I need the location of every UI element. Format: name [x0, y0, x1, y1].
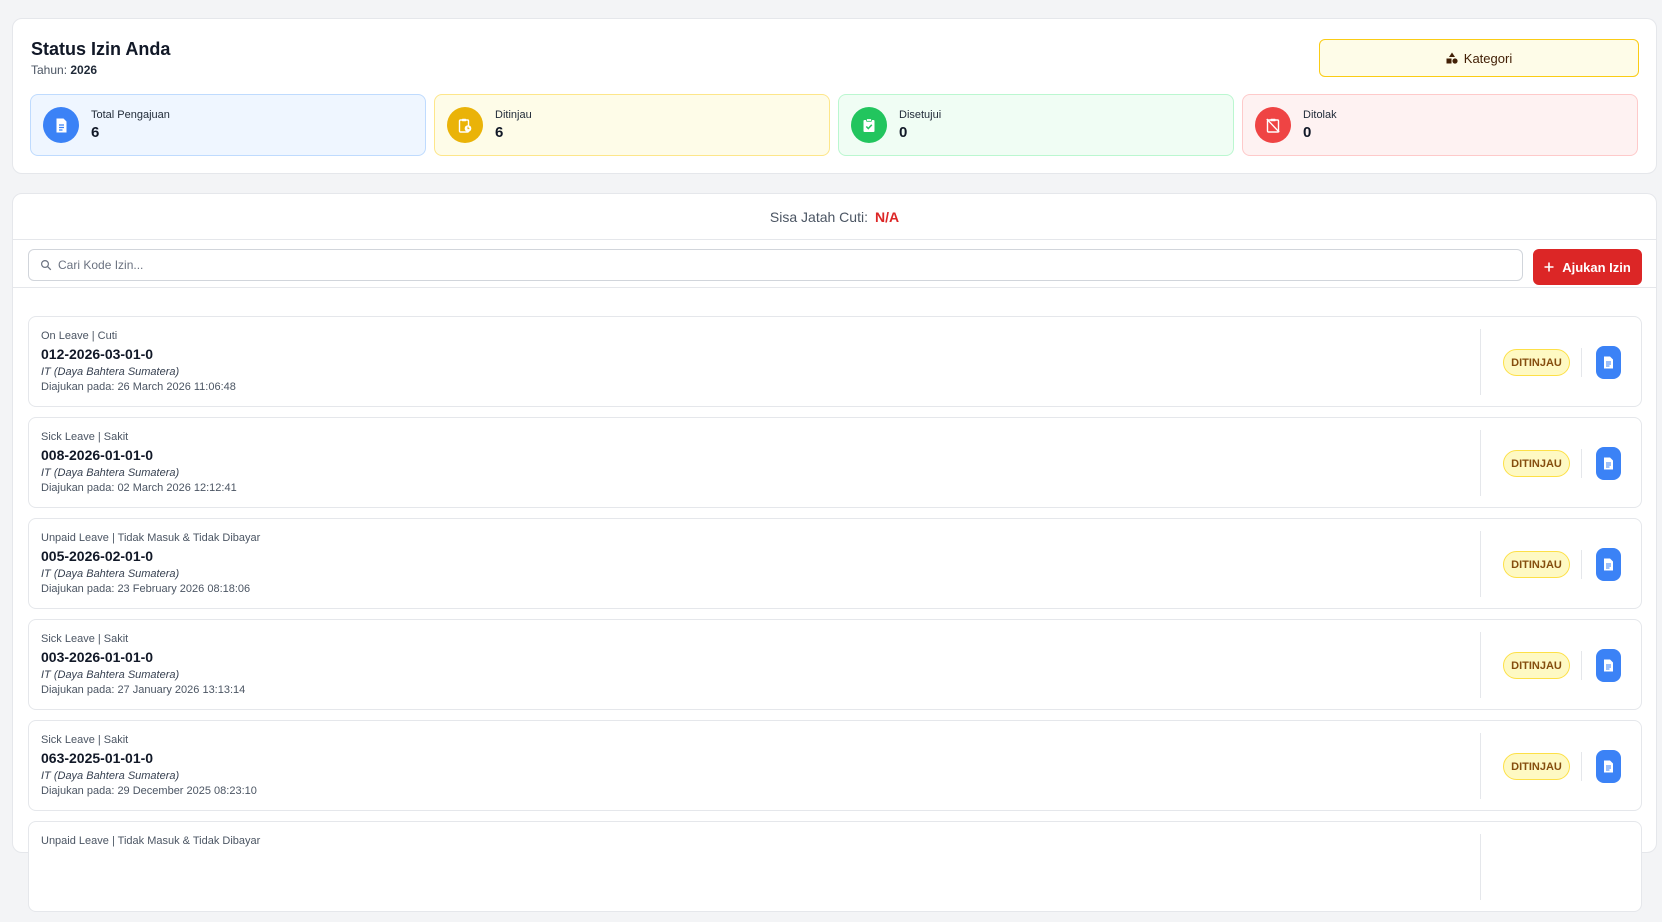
leave-type: Sick Leave | Sakit	[41, 431, 129, 443]
stat-label: Ditinjau	[495, 109, 532, 121]
kategori-button[interactable]: Kategori	[1319, 39, 1639, 77]
document-icon	[1604, 457, 1613, 470]
stat-value: 6	[91, 124, 100, 141]
stat-value: 6	[495, 124, 504, 141]
row-divider	[1581, 449, 1582, 478]
stat-icon-circle	[447, 107, 483, 143]
stat-disetujui: Disetujui 0	[838, 94, 1234, 156]
leave-balance-label: Sisa Jatah Cuti:	[769, 208, 868, 225]
shapes-icon	[1446, 52, 1458, 64]
view-document-button[interactable]	[1596, 750, 1621, 783]
row-divider	[1480, 430, 1481, 496]
leave-department: IT (Daya Bahtera Sumatera)	[41, 669, 180, 681]
leave-submitted-date: Diajukan pada: 26 March 2026 11:06:48	[41, 381, 236, 393]
leave-request-row[interactable]: Sick Leave | Sakit 003-2026-01-01-0 IT (…	[28, 619, 1642, 710]
document-icon	[1604, 356, 1613, 369]
leave-department: IT (Daya Bahtera Sumatera)	[41, 366, 180, 378]
search-box[interactable]	[28, 249, 1523, 281]
document-icon	[1604, 659, 1613, 672]
view-document-button[interactable]	[1596, 447, 1621, 480]
leave-request-row[interactable]: Sick Leave | Sakit 063-2025-01-01-0 IT (…	[28, 720, 1642, 811]
row-divider	[1581, 651, 1582, 680]
leave-balance: Sisa Jatah Cuti: N/A	[13, 194, 1656, 240]
leave-request-row[interactable]: Unpaid Leave | Tidak Masuk & Tidak Dibay…	[28, 821, 1642, 912]
search-row: Ajukan Izin	[13, 240, 1656, 288]
view-document-button[interactable]	[1596, 649, 1621, 682]
row-divider	[1480, 733, 1481, 799]
status-summary-card: Status Izin Anda Tahun: 2026 Kategori To…	[12, 18, 1657, 174]
view-document-button[interactable]	[1596, 346, 1621, 379]
clipboard-x-icon	[1266, 118, 1280, 133]
search-input[interactable]	[58, 258, 1458, 272]
stat-total-pengajuan: Total Pengajuan 6	[30, 94, 426, 156]
leave-submitted-date: Diajukan pada: 23 February 2026 08:18:06	[41, 583, 251, 595]
row-divider	[1581, 348, 1582, 377]
document-icon	[1604, 760, 1613, 773]
leave-request-row[interactable]: Unpaid Leave | Tidak Masuk & Tidak Dibay…	[28, 518, 1642, 609]
leave-department: IT (Daya Bahtera Sumatera)	[41, 770, 180, 782]
year-line: Tahun: 2026	[31, 63, 97, 77]
stat-value: 0	[1303, 124, 1312, 141]
leave-request-list: On Leave | Cuti 012-2026-03-01-0 IT (Day…	[28, 316, 1642, 922]
year-label: Tahun:	[31, 63, 68, 77]
leave-code: 005-2026-02-01-0	[41, 548, 154, 564]
status-badge: DITINJAU	[1503, 753, 1570, 780]
leave-code: 003-2026-01-01-0	[41, 649, 154, 665]
leave-submitted-date: Diajukan pada: 02 March 2026 12:12:41	[41, 482, 237, 494]
stat-ditinjau: Ditinjau 6	[434, 94, 830, 156]
stat-icon-circle	[43, 107, 79, 143]
row-divider	[1581, 550, 1582, 579]
plus-icon	[1544, 262, 1554, 272]
ajukan-izin-button[interactable]: Ajukan Izin	[1533, 249, 1642, 285]
search-icon	[40, 259, 52, 271]
row-divider	[1581, 752, 1582, 781]
stat-ditolak: Ditolak 0	[1242, 94, 1638, 156]
page-title: Status Izin Anda	[31, 39, 171, 59]
stat-value: 0	[899, 124, 908, 141]
status-badge: DITINJAU	[1503, 551, 1570, 578]
row-divider	[1480, 329, 1481, 395]
leave-code: 012-2026-03-01-0	[41, 346, 154, 362]
leave-submitted-date: Diajukan pada: 29 December 2025 08:23:10	[41, 785, 257, 797]
view-document-button[interactable]	[1596, 548, 1621, 581]
row-divider	[1480, 632, 1481, 698]
clipboard-clock-icon	[458, 118, 472, 133]
leave-type: Sick Leave | Sakit	[41, 633, 129, 645]
year-value: 2026	[70, 63, 98, 77]
leave-balance-value: N/A	[874, 208, 900, 225]
kategori-label: Kategori	[1463, 50, 1513, 66]
leave-code: 063-2025-01-01-0	[41, 750, 154, 766]
stat-label: Disetujui	[899, 109, 942, 121]
row-divider	[1480, 834, 1481, 900]
leave-code: 008-2026-01-01-0	[41, 447, 154, 463]
stat-icon-circle	[851, 107, 887, 143]
status-badge: DITINJAU	[1503, 349, 1570, 376]
ajukan-izin-label: Ajukan Izin	[1562, 259, 1631, 275]
leave-type: Unpaid Leave | Tidak Masuk & Tidak Dibay…	[41, 835, 261, 847]
stat-icon-circle	[1255, 107, 1291, 143]
stat-label: Ditolak	[1303, 109, 1337, 121]
status-badge: DITINJAU	[1503, 652, 1570, 679]
clipboard-check-icon	[863, 117, 875, 132]
document-icon	[1604, 558, 1613, 571]
leave-department: IT (Daya Bahtera Sumatera)	[41, 467, 180, 479]
leave-submitted-date: Diajukan pada: 27 January 2026 13:13:14	[41, 684, 246, 696]
leave-request-row[interactable]: Sick Leave | Sakit 008-2026-01-01-0 IT (…	[28, 417, 1642, 508]
document-icon	[56, 118, 66, 132]
leave-type: On Leave | Cuti	[41, 330, 118, 342]
stat-label: Total Pengajuan	[91, 109, 170, 121]
row-divider	[1480, 531, 1481, 597]
status-badge: DITINJAU	[1503, 450, 1570, 477]
leave-type: Unpaid Leave | Tidak Masuk & Tidak Dibay…	[41, 532, 261, 544]
leave-list-card: Sisa Jatah Cuti: N/A Ajukan Izin On Leav…	[12, 193, 1657, 912]
leave-request-row[interactable]: On Leave | Cuti 012-2026-03-01-0 IT (Day…	[28, 316, 1642, 407]
leave-department: IT (Daya Bahtera Sumatera)	[41, 568, 180, 580]
leave-type: Sick Leave | Sakit	[41, 734, 129, 746]
